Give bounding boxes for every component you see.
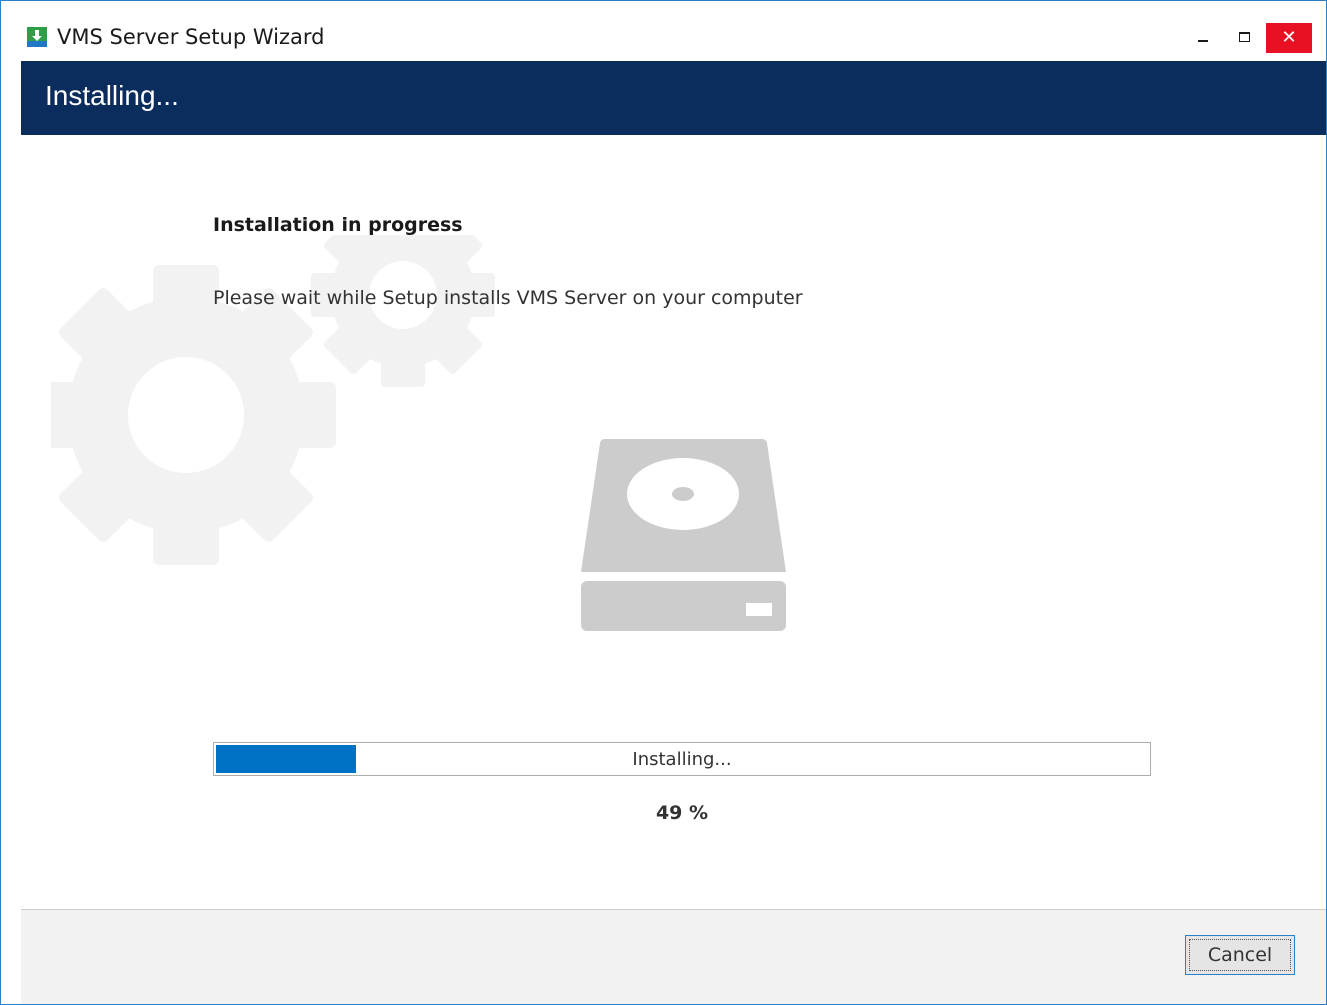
- progress-status-text: Installing...: [632, 749, 732, 770]
- setup-wizard-window: VMS Server Setup Wizard ✕ Installing...: [0, 0, 1327, 1005]
- minimize-icon[interactable]: [1187, 23, 1219, 53]
- title-bar[interactable]: VMS Server Setup Wizard ✕: [1, 1, 1326, 61]
- maximize-icon[interactable]: [1229, 23, 1261, 53]
- footer-bar: Cancel: [21, 909, 1326, 1004]
- installer-app-icon: [27, 27, 47, 47]
- section-heading: Installation in progress: [213, 214, 463, 236]
- page-title: Installing...: [45, 80, 179, 111]
- close-icon[interactable]: ✕: [1266, 23, 1312, 53]
- cancel-button[interactable]: Cancel: [1185, 935, 1295, 975]
- gears-icon: [51, 235, 495, 565]
- install-progress-bar: Installing...: [213, 742, 1151, 776]
- content-area: Installation in progress Please wait whi…: [21, 135, 1326, 909]
- window-title: VMS Server Setup Wizard: [57, 25, 325, 49]
- header-band: Installing...: [21, 61, 1326, 135]
- close-glyph: ✕: [1281, 27, 1297, 48]
- progress-percent: 49 %: [655, 802, 709, 824]
- hard-disk-icon: [581, 439, 786, 631]
- instruction-text: Please wait while Setup installs VMS Ser…: [213, 287, 803, 309]
